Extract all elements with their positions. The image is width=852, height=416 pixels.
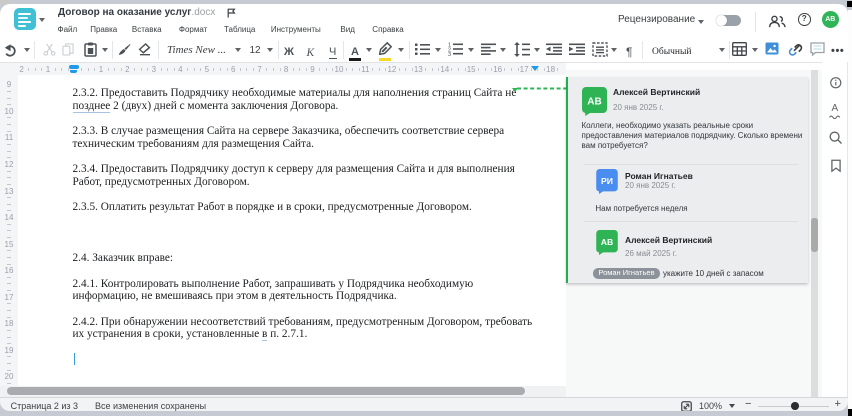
- svg-text:РИ: РИ: [601, 176, 613, 186]
- svg-text:АВ: АВ: [601, 237, 613, 247]
- svg-text:3: 3: [448, 52, 451, 56]
- svg-text:АВ: АВ: [587, 97, 601, 108]
